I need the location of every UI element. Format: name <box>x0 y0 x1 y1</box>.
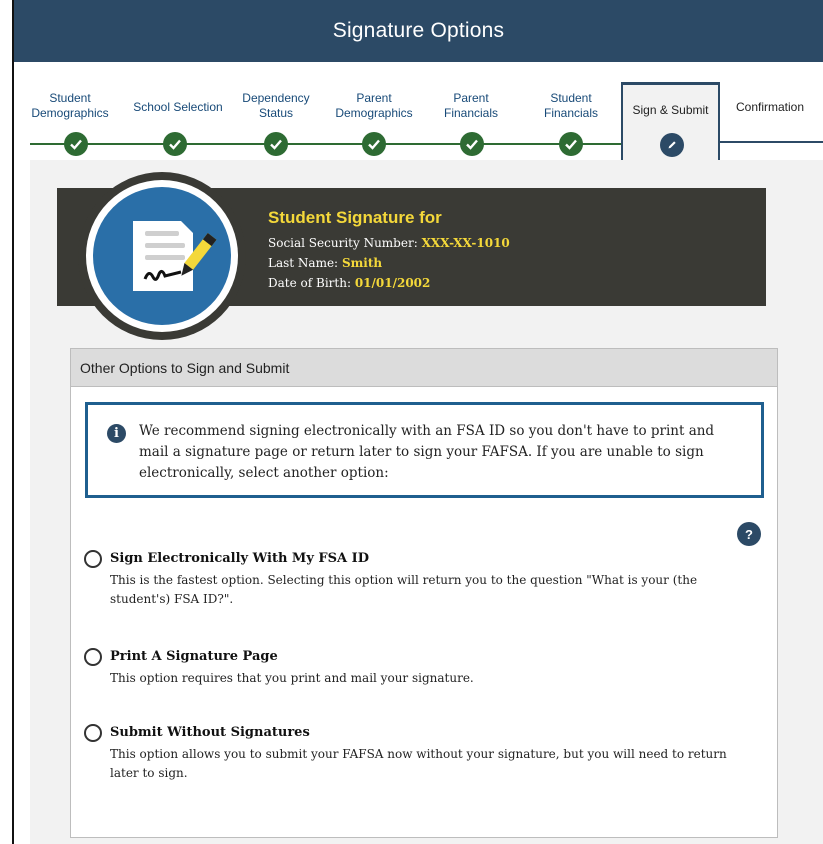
check-icon <box>460 132 484 156</box>
last-name-value: Smith <box>341 256 383 270</box>
option-title: Sign Electronically With My FSA ID <box>110 551 369 566</box>
check-icon <box>64 132 88 156</box>
check-icon <box>559 132 583 156</box>
step-dependency-status[interactable]: Dependency Status <box>236 91 316 121</box>
pencil-icon <box>660 133 684 157</box>
last-name-label: Last Name: <box>268 256 339 270</box>
step-label-line: Dependency <box>242 91 310 105</box>
step-label-line: Parent <box>453 91 489 105</box>
step-label-line: School Selection <box>133 100 223 114</box>
step-label-line: Financials <box>443 106 499 120</box>
signature-document-icon <box>93 187 231 325</box>
step-sign-submit[interactable]: Sign & Submit <box>621 82 720 162</box>
step-label-line: Student <box>550 91 592 105</box>
dob-value: 01/01/2002 <box>354 276 431 290</box>
last-name-row: Last Name: Smith <box>268 256 382 270</box>
option-title: Submit Without Signatures <box>110 725 310 740</box>
ssn-value: XXX-XX-1010 <box>421 236 510 250</box>
radio-submit-without-signatures[interactable] <box>84 724 102 742</box>
option-title: Print A Signature Page <box>110 649 278 664</box>
check-icon <box>362 132 386 156</box>
step-label-line: Demographics <box>335 106 413 120</box>
option-sign-electronically[interactable]: Sign Electronically With My FSA ID This … <box>84 550 764 610</box>
option-description: This is the fastest option. Selecting th… <box>110 573 698 606</box>
panel-heading: Other Options to Sign and Submit <box>71 349 777 387</box>
progress-line-remaining <box>720 141 823 143</box>
info-text: We recommend signing electronically with… <box>139 423 715 481</box>
dob-label: Date of Birth: <box>268 276 351 290</box>
step-label-line: Financials <box>543 106 599 120</box>
option-description: This option allows you to submit your FA… <box>110 747 727 780</box>
step-label-line: Parent <box>356 91 392 105</box>
option-submit-without-signatures[interactable]: Submit Without Signatures This option al… <box>84 724 764 784</box>
step-parent-demographics[interactable]: Parent Demographics <box>332 91 416 121</box>
info-icon: i <box>107 424 126 443</box>
check-icon <box>264 132 288 156</box>
step-label-line: Student <box>49 91 91 105</box>
step-school-selection[interactable]: School Selection <box>128 100 228 115</box>
signature-badge <box>78 172 246 340</box>
progress-line <box>30 143 622 145</box>
option-print-signature-page[interactable]: Print A Signature Page This option requi… <box>84 648 764 692</box>
step-confirmation[interactable]: Confirmation <box>722 100 818 114</box>
page-header: Signature Options <box>12 0 823 62</box>
option-description: This option requires that you print and … <box>110 671 474 685</box>
radio-print-signature-page[interactable] <box>84 648 102 666</box>
info-box: i We recommend signing electronically wi… <box>85 402 764 498</box>
step-parent-financials[interactable]: Parent Financials <box>436 91 506 121</box>
ssn-row: Social Security Number: XXX-XX-1010 <box>268 236 510 250</box>
step-label: Sign & Submit <box>632 103 709 117</box>
signature-title: Student Signature for <box>268 208 442 227</box>
help-icon[interactable]: ? <box>737 522 761 546</box>
step-label-line: Demographics <box>31 106 109 120</box>
radio-sign-electronically[interactable] <box>84 550 102 568</box>
check-icon <box>163 132 187 156</box>
page-title: Signature Options <box>332 19 505 42</box>
step-label-line: Status <box>258 106 294 120</box>
step-student-demographics[interactable]: Student Demographics <box>30 91 110 121</box>
sign-options-panel: Other Options to Sign and Submit i We re… <box>70 348 778 838</box>
step-student-financials[interactable]: Student Financials <box>536 91 606 121</box>
dob-row: Date of Birth: 01/01/2002 <box>268 276 430 290</box>
ssn-label: Social Security Number: <box>268 236 418 250</box>
